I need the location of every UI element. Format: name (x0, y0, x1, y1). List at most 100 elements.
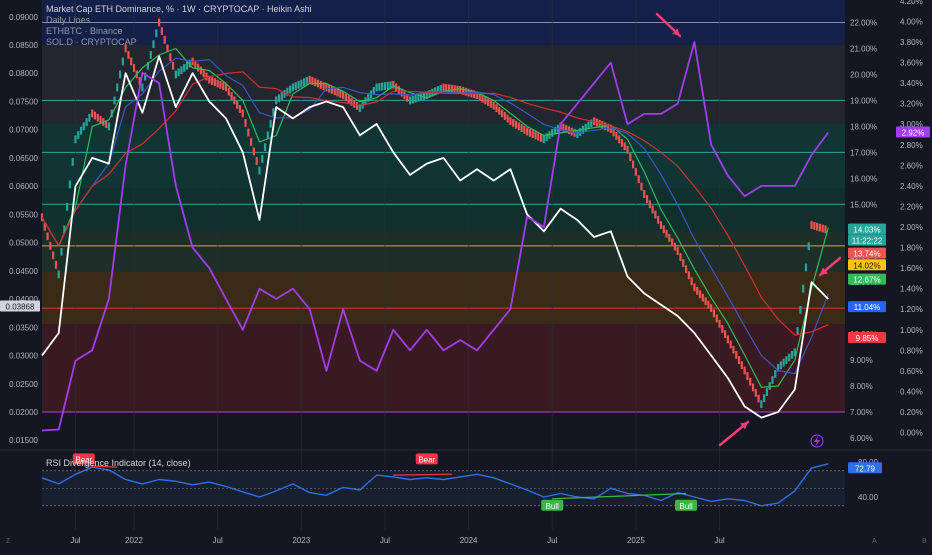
candle (71, 157, 74, 166)
candle (68, 180, 71, 189)
candle (289, 85, 292, 94)
candle (732, 345, 735, 354)
candle (250, 138, 253, 146)
candle (824, 225, 827, 234)
candle (807, 242, 810, 251)
candle (526, 127, 529, 136)
candle (818, 223, 822, 232)
candle (684, 265, 688, 274)
candle (514, 120, 518, 129)
candle (601, 121, 604, 129)
y-left-tick-label: 0.02000 (9, 408, 38, 417)
log-scale-icon: B (922, 538, 927, 545)
candle (645, 195, 649, 203)
divergence-label-text: Bull (546, 502, 560, 511)
candle (113, 96, 116, 105)
candle (539, 134, 543, 142)
candle (49, 241, 52, 250)
y-right-tick-label: 7.00% (850, 408, 873, 417)
candle (704, 297, 707, 306)
candle (737, 356, 741, 364)
chart-legend: Market Cap ETH Dominance, % · 1W · CRYPT… (46, 4, 312, 48)
candle (132, 64, 136, 72)
candle (657, 215, 660, 224)
candle (141, 83, 144, 92)
x-tick-label: Jul (213, 536, 223, 545)
y-far-right-tick-label: 3.20% (900, 100, 923, 109)
candle (52, 251, 55, 260)
candle (612, 128, 615, 137)
candle (149, 51, 152, 59)
rsi-title: RSI Divergence Indicator (14, close) (46, 458, 191, 468)
candle (487, 98, 490, 107)
y-left-tick-label: 0.03500 (9, 323, 38, 332)
candle (339, 90, 342, 98)
candle (804, 263, 808, 272)
candle (302, 78, 306, 87)
candle (336, 88, 339, 97)
candle (771, 376, 774, 384)
y-left-tick-label: 0.08500 (9, 41, 38, 50)
candle (230, 92, 233, 100)
candle (634, 167, 637, 176)
candle (199, 66, 203, 75)
y-left-tick-label: 0.08000 (9, 69, 38, 78)
candle (746, 372, 749, 380)
y-right-tick-label: 6.00% (850, 434, 873, 443)
x-tick-label: Jul (714, 536, 724, 545)
background-zone-4 (42, 232, 845, 272)
candle (509, 117, 512, 126)
y-right-tick-label: 17.00% (850, 148, 877, 157)
candle (489, 99, 492, 108)
candle (495, 104, 498, 113)
candle (383, 82, 387, 91)
candle (749, 377, 752, 386)
price-label-text: 11.04% (854, 303, 881, 312)
background-zone-3 (42, 188, 845, 232)
price-label-text: 12.67% (853, 276, 880, 285)
candle (774, 370, 777, 378)
candle (77, 131, 80, 139)
candle (305, 77, 308, 85)
y-far-right-tick-label: 0.60% (900, 367, 923, 376)
candle (408, 96, 412, 105)
x-tick-label: Jul (547, 536, 557, 545)
candle (631, 160, 635, 169)
candle (810, 221, 813, 229)
candle (682, 259, 685, 268)
x-tick-label: Jul (380, 536, 390, 545)
candle (679, 253, 682, 261)
candle (180, 66, 183, 75)
candle (671, 238, 674, 247)
y-right-tick-label: 18.00% (850, 122, 877, 131)
candle (637, 175, 640, 184)
candle (197, 63, 200, 72)
candle (528, 128, 532, 137)
candle (261, 154, 264, 163)
candle (319, 80, 322, 89)
candle (707, 300, 710, 309)
price-label-text: 13.74% (853, 250, 880, 259)
y-right-tick-label: 19.00% (850, 96, 877, 105)
candle (308, 75, 311, 84)
candle (576, 130, 579, 139)
candle (442, 83, 445, 92)
candle (60, 247, 63, 256)
candle (381, 82, 384, 91)
candle (294, 82, 297, 91)
candle (255, 157, 258, 165)
candle (213, 78, 216, 87)
candle (665, 229, 668, 238)
legend-line-daily-lines: Daily Lines (46, 15, 91, 25)
candle (690, 277, 693, 286)
candle (450, 84, 453, 93)
candle (210, 77, 214, 85)
candle (659, 221, 663, 229)
candle (252, 147, 256, 156)
candle (615, 131, 618, 140)
candle (757, 394, 760, 403)
candle (643, 189, 646, 198)
x-tick-label: 2024 (460, 536, 478, 545)
background-zone-2 (42, 124, 845, 188)
candle (258, 166, 261, 175)
